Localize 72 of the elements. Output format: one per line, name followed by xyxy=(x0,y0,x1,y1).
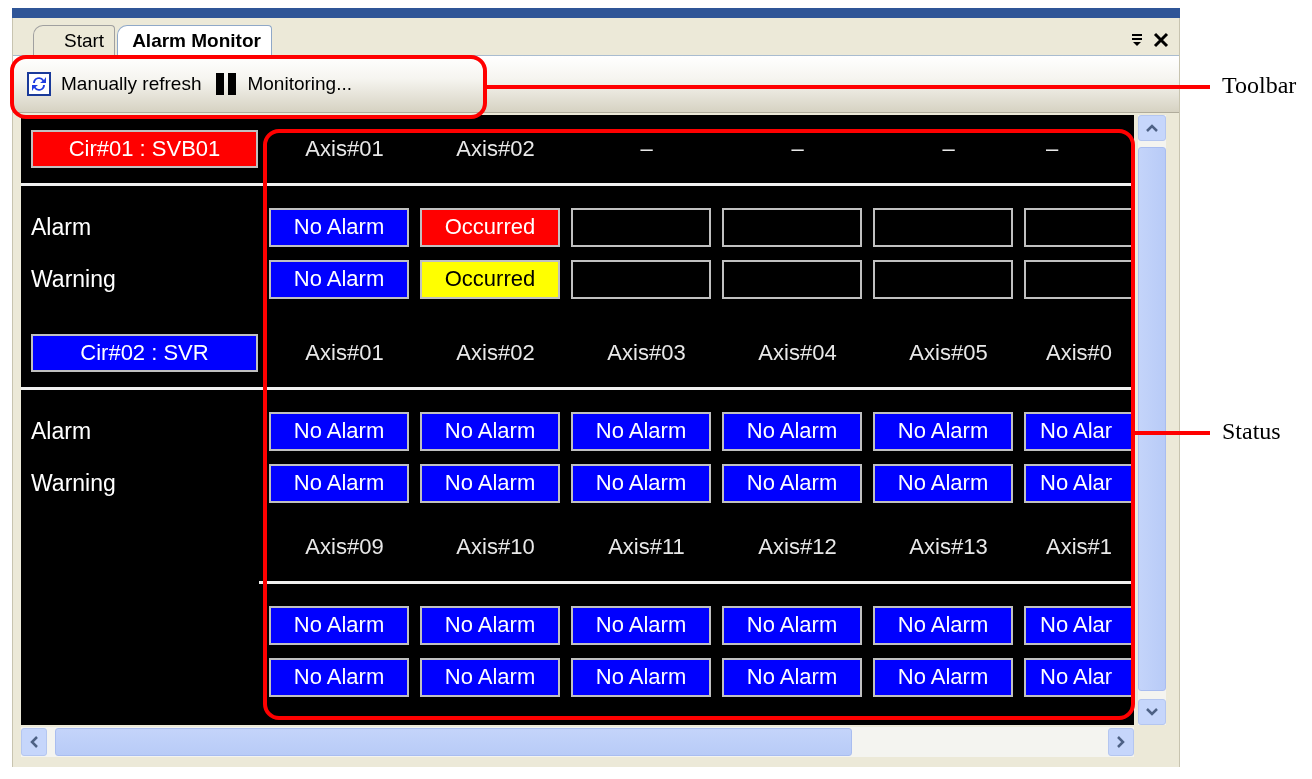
callout-label: Toolbar xyxy=(1222,72,1297,99)
status-cell: No Alarm xyxy=(420,411,560,451)
row-label: Alarm xyxy=(31,213,92,240)
scroll-left-button[interactable] xyxy=(21,728,47,756)
status-cell: No Alarm xyxy=(269,605,409,645)
axis-label: Axis#09 xyxy=(304,534,385,560)
status-cell: Occurred xyxy=(420,259,560,299)
status-cell: No Alarm xyxy=(420,657,560,697)
axis-label: – xyxy=(639,136,654,162)
status-cell: No Alarm xyxy=(571,411,711,451)
status-cell: No Alarm xyxy=(420,605,560,645)
circuit-label: Cir#02 : SVR xyxy=(31,334,258,372)
axis-label: Axis#13 xyxy=(908,534,989,560)
scroll-down-button[interactable] xyxy=(1138,699,1166,725)
axis-label: Axis#12 xyxy=(757,534,838,560)
callout-label: Status xyxy=(1222,418,1281,445)
axis-label: Axis#11 xyxy=(607,534,686,560)
status-cell: No Alarm xyxy=(722,605,862,645)
pause-icon xyxy=(215,72,238,96)
status-cell: No Alarm xyxy=(420,463,560,503)
scroll-right-button[interactable] xyxy=(1108,728,1134,756)
status-cell: No Alarm xyxy=(873,411,1013,451)
status-cell: No Alarm xyxy=(722,411,862,451)
axis-label: Axis#01 xyxy=(304,136,385,162)
tab[interactable]: Alarm Monitor xyxy=(117,25,272,55)
status-cell: No Alarm xyxy=(873,605,1013,645)
axis-label: – xyxy=(941,136,956,162)
axis-label: Axis#03 xyxy=(606,340,687,366)
axis-label: Axis#0 xyxy=(1045,340,1114,366)
axis-label: Axis#01 xyxy=(304,340,385,366)
horizontal-scrollbar[interactable] xyxy=(21,727,1134,757)
status-cell: No Alarm xyxy=(873,463,1013,503)
row-label: Warning xyxy=(31,469,116,496)
status-cell: No Alarm xyxy=(571,605,711,645)
status-cell: No Alar xyxy=(1024,411,1134,451)
toolbar-button[interactable]: Manually refresh xyxy=(27,72,202,96)
status-cell: No Alarm xyxy=(571,657,711,697)
status-cell: No Alar xyxy=(1024,657,1134,697)
caret-icon xyxy=(1116,735,1126,749)
status-cell: No Alar xyxy=(1024,463,1134,503)
row-label: Alarm xyxy=(31,417,92,444)
status-cell: No Alarm xyxy=(269,207,409,247)
caret-icon xyxy=(1145,123,1159,133)
axis-label: Axis#04 xyxy=(757,340,838,366)
status-cell: Occurred xyxy=(420,207,560,247)
close-icon[interactable] xyxy=(1153,32,1169,48)
status-cell: No Alarm xyxy=(571,463,711,503)
dropdown-icon[interactable] xyxy=(1131,33,1143,47)
axis-label: Axis#02 xyxy=(455,136,536,162)
status-cell: No Alarm xyxy=(722,463,862,503)
status-cell: No Alarm xyxy=(269,657,409,697)
axis-label: – xyxy=(1045,136,1060,162)
axis-label: Axis#05 xyxy=(908,340,989,366)
status-cell: No Alarm xyxy=(269,411,409,451)
refresh-icon xyxy=(27,72,51,96)
caret-icon xyxy=(29,735,39,749)
status-cell: No Alarm xyxy=(873,657,1013,697)
row-label: Warning xyxy=(31,265,116,292)
status-cell: No Alar xyxy=(1024,605,1134,645)
scroll-thumb[interactable] xyxy=(55,728,852,756)
tab[interactable]: Start xyxy=(33,25,116,55)
axis-label: Axis#10 xyxy=(455,534,536,560)
toolbar-button[interactable]: Monitoring... xyxy=(215,72,352,96)
status-cell: No Alarm xyxy=(269,463,409,503)
axis-label: Axis#02 xyxy=(455,340,536,366)
circuit-label: Cir#01 : SVB01 xyxy=(31,130,258,168)
axis-label: – xyxy=(790,136,805,162)
scroll-up-button[interactable] xyxy=(1138,115,1166,141)
axis-label: Axis#1 xyxy=(1045,534,1114,560)
status-cell: No Alarm xyxy=(722,657,862,697)
caret-icon xyxy=(1145,707,1159,717)
status-cell: No Alarm xyxy=(269,259,409,299)
